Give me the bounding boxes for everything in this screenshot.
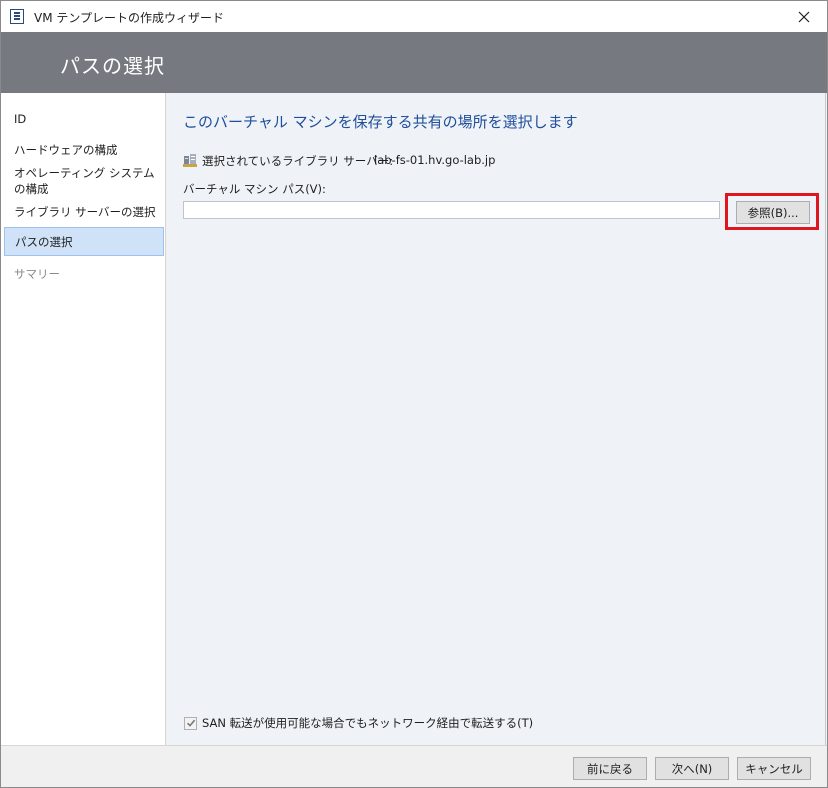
vm-path-input[interactable] (183, 201, 720, 219)
san-transfer-checkbox[interactable] (184, 716, 197, 730)
page-header: パスの選択 (1, 32, 827, 93)
sidebar-item-hardware[interactable]: ハードウェアの構成 (4, 135, 164, 164)
sidebar-item-summary: サマリー (4, 259, 164, 288)
sidebar-item-label: ハードウェアの構成 (14, 142, 118, 157)
sidebar-item-id[interactable]: ID (4, 104, 164, 133)
library-server-value: lab-fs-01.hv.go-lab.jp (374, 153, 496, 167)
sidebar-item-label: サマリー (14, 266, 60, 281)
sidebar-item-library-server[interactable]: ライブラリ サーバーの選択 (4, 197, 164, 226)
san-transfer-label: SAN 転送が使用可能な場合でもネットワーク経由で転送する(T) (202, 716, 534, 730)
browse-button[interactable]: 参照(B)... (736, 201, 810, 224)
library-server-icon (183, 154, 197, 167)
next-button[interactable]: 次へ(N) (655, 757, 729, 780)
wizard-steps-sidebar: ID ハードウェアの構成 オペレーティング システムの構成 ライブラリ サーバー… (1, 93, 166, 745)
close-icon (798, 11, 810, 22)
window-edge (825, 93, 826, 745)
sidebar-item-label: ID (14, 111, 27, 126)
page-title: パスの選択 (60, 54, 165, 78)
section-heading: このバーチャル マシンを保存する共有の場所を選択します (183, 113, 578, 131)
vm-path-label: バーチャル マシン パス(V): (183, 182, 326, 196)
window-title: VM テンプレートの作成ウィザード (34, 11, 225, 25)
close-button[interactable] (781, 1, 827, 32)
wizard-footer: 前に戻る 次へ(N) キャンセル (1, 745, 827, 787)
sidebar-item-label: パスの選択 (15, 234, 73, 249)
sidebar-item-os-config[interactable]: オペレーティング システムの構成 (4, 165, 164, 196)
wizard-window: VM テンプレートの作成ウィザード パスの選択 ID ハードウェアの構成 オペレ… (0, 0, 828, 788)
app-icon (10, 9, 24, 24)
main-content: このバーチャル マシンを保存する共有の場所を選択します 選択されているライブラリ… (167, 93, 827, 745)
sidebar-item-select-path[interactable]: パスの選択 (4, 227, 164, 256)
library-server-label: 選択されているライブラリ サーバー: (202, 154, 394, 168)
checkmark-icon (186, 719, 195, 727)
back-button[interactable]: 前に戻る (573, 757, 647, 780)
san-transfer-option[interactable]: SAN 転送が使用可能な場合でもネットワーク経由で転送する(T) (184, 715, 533, 731)
title-bar: VM テンプレートの作成ウィザード (1, 1, 827, 32)
sidebar-item-label: ライブラリ サーバーの選択 (14, 204, 156, 219)
cancel-button[interactable]: キャンセル (737, 757, 811, 780)
sidebar-item-label: オペレーティング システムの構成 (14, 165, 155, 196)
